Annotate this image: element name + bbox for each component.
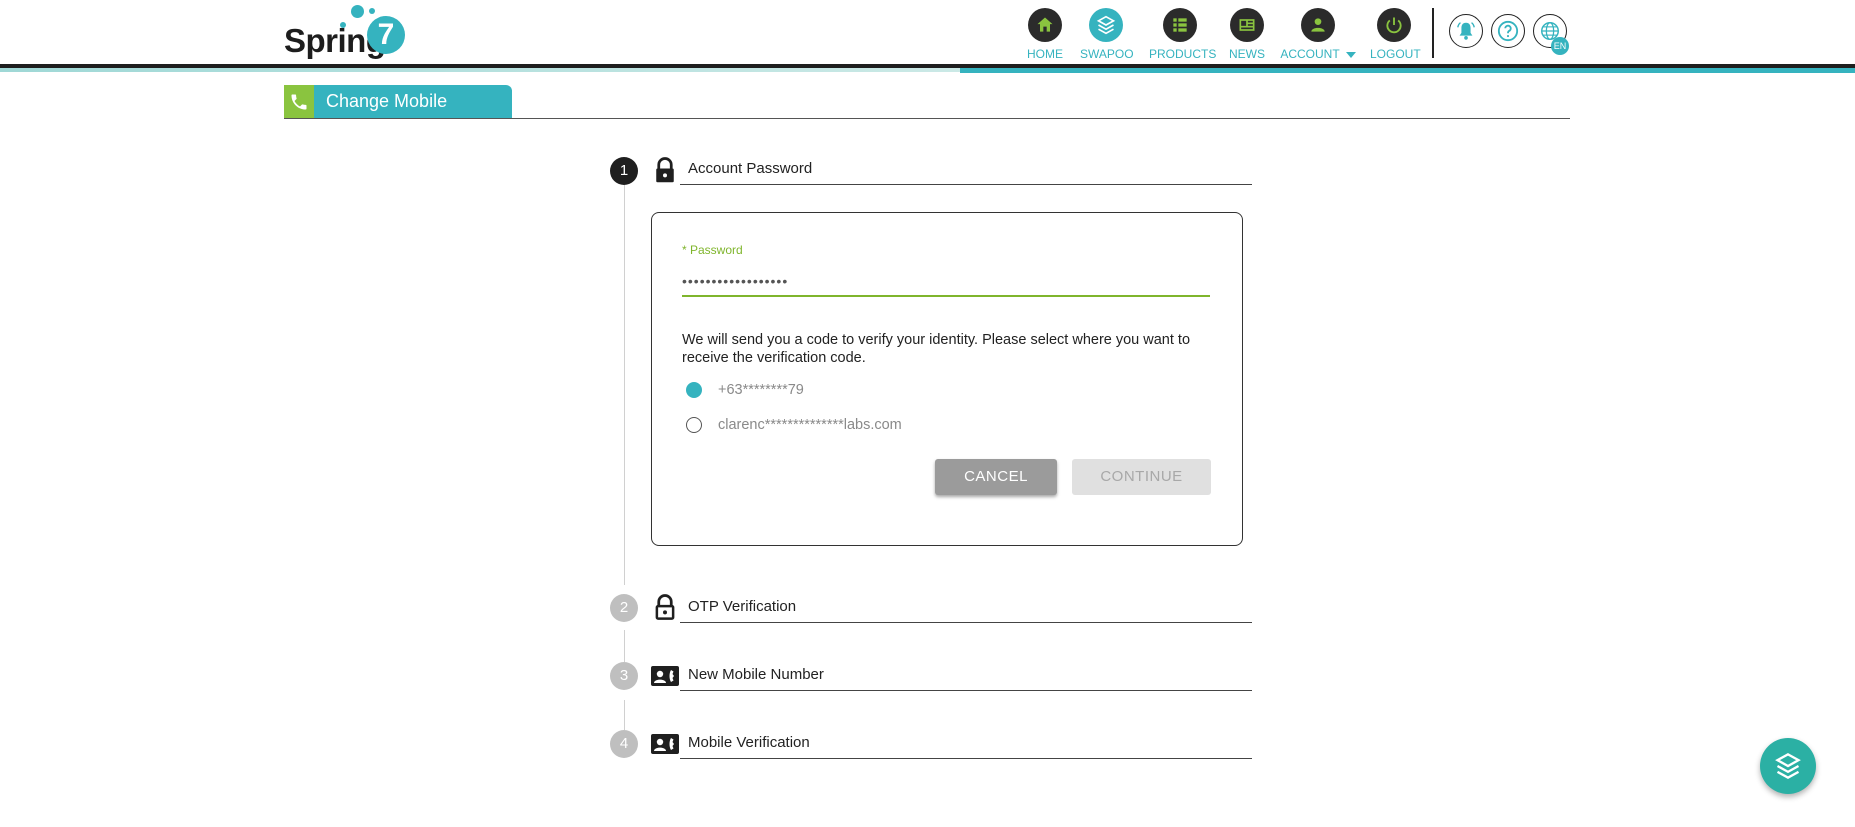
nav-logout-label: LOGOUT: [1370, 47, 1421, 61]
verify-instructions: We will send you a code to verify your i…: [682, 332, 1191, 366]
chevron-down-icon: [1345, 51, 1356, 58]
bell-icon: [1457, 22, 1475, 40]
help-icon: [1497, 20, 1519, 42]
step-3-title[interactable]: New Mobile Number: [688, 666, 824, 683]
products-icon: [1163, 8, 1197, 42]
logo-dot: [351, 5, 364, 18]
nav-swapoo[interactable]: SWAPOO: [1080, 8, 1134, 61]
header-border-accent: [960, 68, 1855, 73]
header-border-accent: [0, 68, 960, 72]
nav-home-label: HOME: [1027, 47, 1063, 61]
logo-dot: [369, 8, 375, 14]
lock-icon: [650, 156, 680, 186]
notifications-button[interactable]: [1449, 14, 1483, 48]
nav-products-label: PRODUCTS: [1149, 47, 1217, 61]
nav-home[interactable]: HOME: [1025, 8, 1065, 61]
radio-email[interactable]: [686, 417, 702, 433]
stepper-line: [624, 185, 625, 585]
stepper-line: [624, 630, 625, 662]
step-1-title[interactable]: Account Password: [688, 160, 812, 177]
stepper-line: [624, 700, 625, 730]
nav-swapoo-label: SWAPOO: [1080, 47, 1134, 61]
logo-number: 7: [367, 16, 405, 54]
home-icon: [1028, 8, 1062, 42]
help-button[interactable]: [1491, 14, 1525, 48]
radio-mobile[interactable]: [686, 382, 702, 398]
lock-outline-icon: [650, 593, 680, 623]
nav-logout[interactable]: LOGOUT: [1370, 8, 1421, 61]
step-underline: [680, 690, 1252, 691]
title-underline: [284, 118, 1570, 119]
step-2-title[interactable]: OTP Verification: [688, 598, 796, 615]
nav-account-label: ACCOUNT: [1280, 47, 1356, 61]
step-underline: [680, 758, 1252, 759]
password-input[interactable]: [682, 267, 1210, 297]
news-icon: [1230, 8, 1264, 42]
step-underline: [680, 184, 1252, 185]
phone-icon: [284, 85, 314, 118]
language-badge: EN: [1551, 37, 1569, 55]
step-3-number: 3: [610, 662, 638, 690]
header: Spring 7 HOME SWAPOO PRODUCTS NEWS ACCOU…: [0, 0, 1855, 73]
nav-account[interactable]: ACCOUNT: [1280, 8, 1356, 61]
nav-news-label: NEWS: [1229, 47, 1265, 61]
step-4-number: 4: [610, 730, 638, 758]
swapoo-icon: [1089, 8, 1123, 42]
step-1-number: 1: [610, 157, 638, 185]
account-icon: [1301, 8, 1335, 42]
swapoo-fab-button[interactable]: [1760, 738, 1816, 794]
step-4-title[interactable]: Mobile Verification: [688, 734, 810, 751]
power-icon: [1377, 8, 1411, 42]
continue-button[interactable]: CONTINUE: [1072, 459, 1211, 495]
cancel-button[interactable]: CANCEL: [935, 459, 1057, 495]
contact-phone-icon: [650, 661, 680, 691]
swapoo-icon: [1775, 752, 1801, 780]
radio-mobile-label[interactable]: +63********79: [718, 382, 804, 398]
nav-products[interactable]: PRODUCTS: [1149, 8, 1217, 61]
radio-email-label[interactable]: clarenc**************labs.com: [718, 417, 902, 433]
spring7-logo[interactable]: Spring 7: [284, 5, 414, 59]
step-2-number: 2: [610, 594, 638, 622]
step-underline: [680, 622, 1252, 623]
password-card: [651, 212, 1243, 546]
logo-dot: [340, 22, 346, 28]
password-label: * Password: [682, 243, 743, 257]
nav-news[interactable]: NEWS: [1227, 8, 1267, 61]
contact-phone-icon: [650, 729, 680, 759]
header-divider: [1432, 8, 1434, 58]
page-title: Change Mobile Number: [314, 85, 512, 144]
